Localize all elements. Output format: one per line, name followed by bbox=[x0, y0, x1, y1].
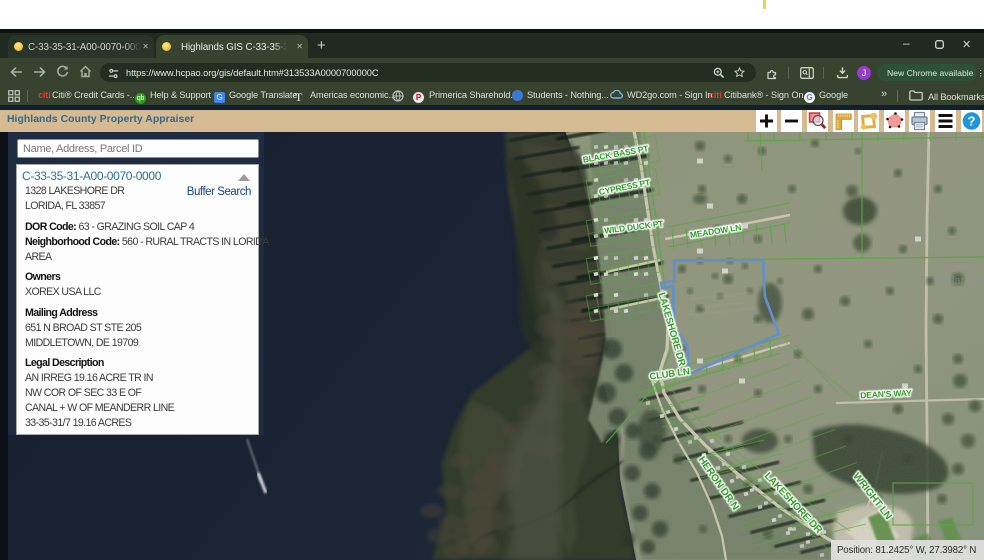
svg-text:Stellar MLS: Stellar MLS bbox=[933, 275, 984, 287]
svg-text:?: ? bbox=[967, 114, 975, 129]
